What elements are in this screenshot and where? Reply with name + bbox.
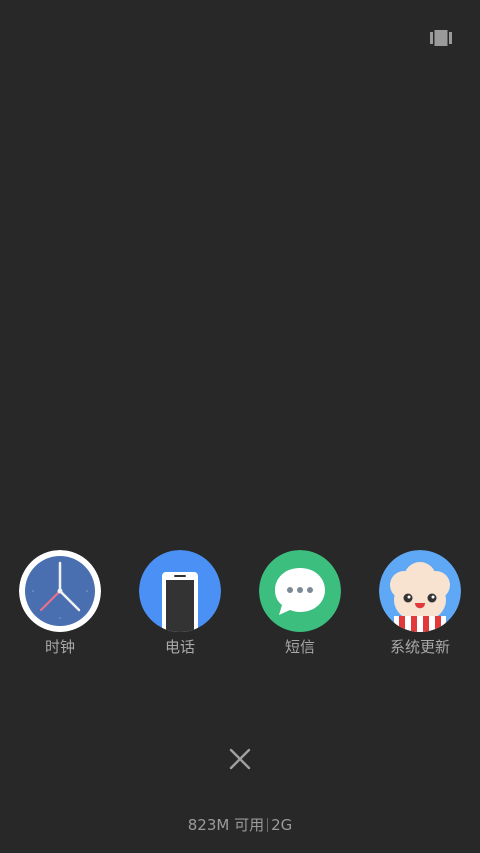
- phone-icon: [139, 550, 221, 632]
- app-messages[interactable]: 短信: [245, 550, 355, 657]
- system-update-icon: [379, 550, 461, 632]
- app-label: 时钟: [44, 638, 75, 656]
- memory-separator: [267, 818, 269, 832]
- clock-icon: [19, 550, 101, 632]
- app-clock[interactable]: 时钟: [5, 550, 115, 657]
- multi-window-view-icon: [430, 30, 452, 46]
- app-label: 系统更新: [389, 638, 450, 656]
- memory-total: 2G: [271, 816, 293, 834]
- app-phone[interactable]: 电话: [125, 550, 235, 657]
- memory-status: 823M 可用 2G: [0, 815, 480, 835]
- view-toggle-button[interactable]: [430, 30, 452, 46]
- recent-apps-list: 时钟 电话 短信 系统更新: [0, 550, 480, 660]
- app-label: 短信: [284, 638, 315, 656]
- close-icon: [229, 748, 251, 770]
- clear-all-button[interactable]: [225, 744, 255, 774]
- memory-available: 823M 可用: [187, 816, 265, 834]
- message-icon: [259, 550, 341, 632]
- app-label: 电话: [164, 638, 195, 656]
- recent-apps-screen: 时钟 电话 短信 系统更新 823M 可用 2G: [0, 0, 480, 853]
- app-system-update[interactable]: 系统更新: [365, 550, 475, 657]
